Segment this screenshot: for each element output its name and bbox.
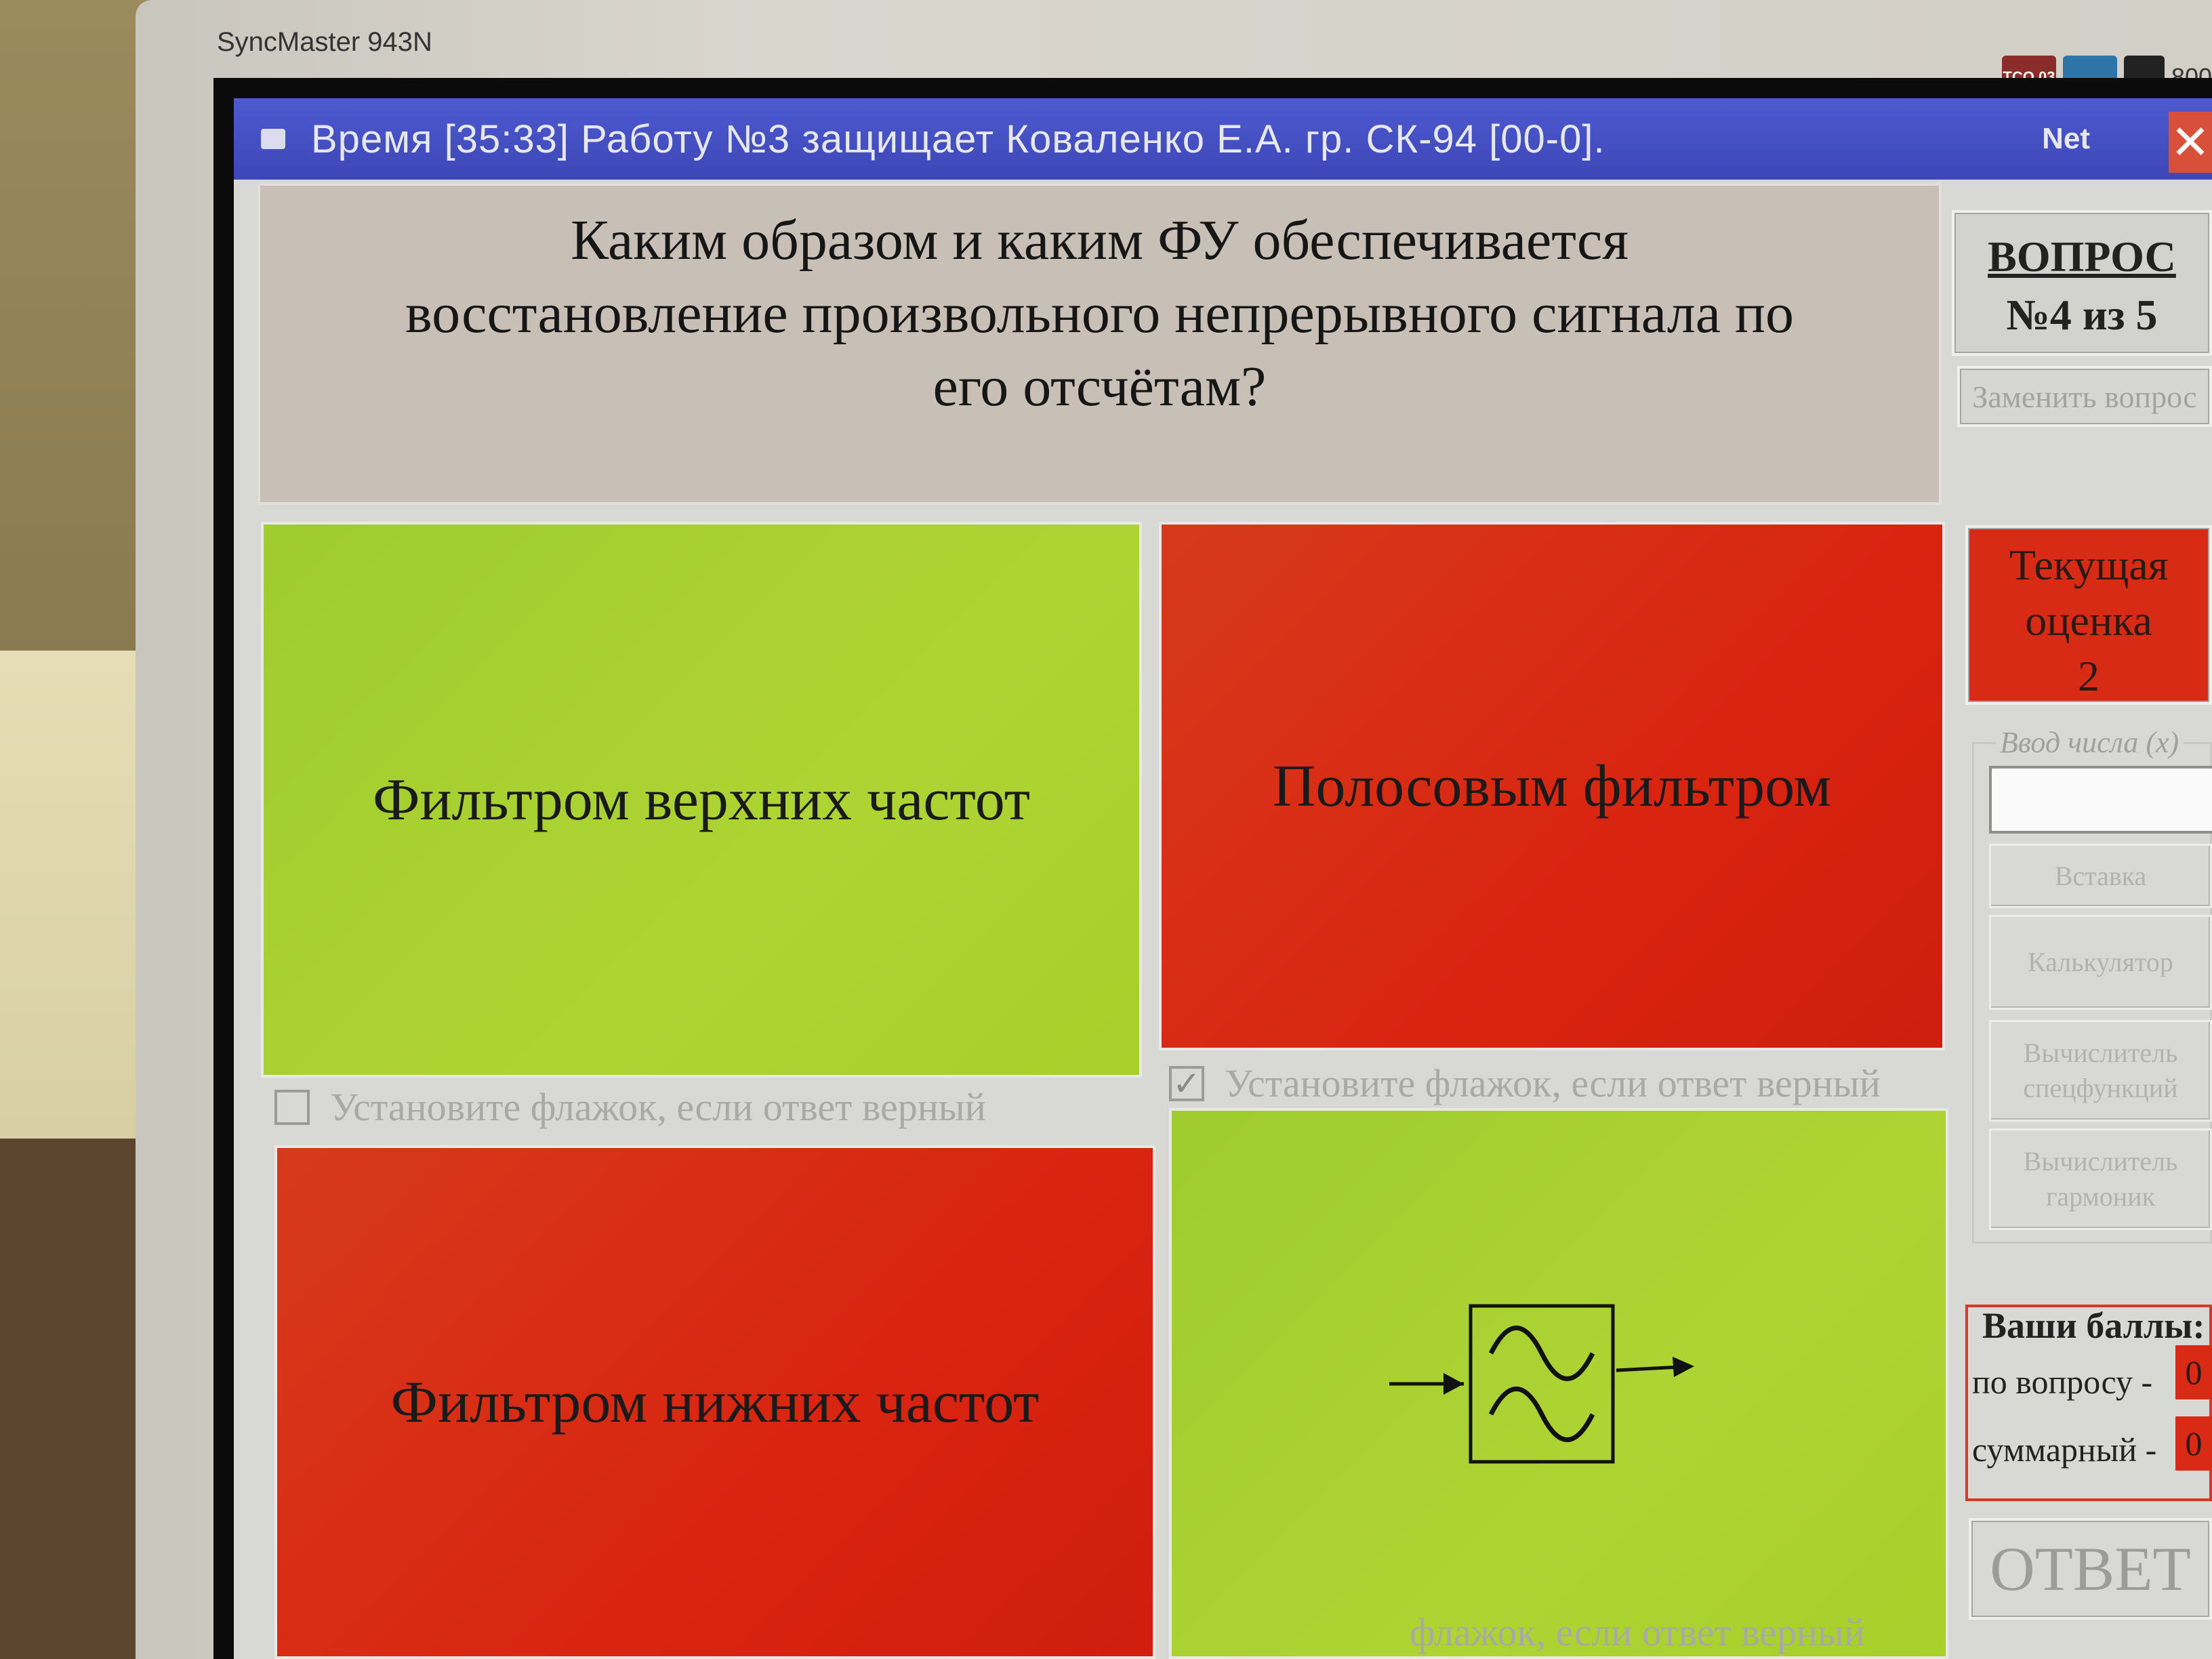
monitor-brand: SyncMaster 943N xyxy=(217,27,432,57)
score-question-value: 0 xyxy=(2175,1345,2212,1399)
harmonics-button[interactable]: Вычислитель гармоник xyxy=(1989,1128,2212,1230)
grade-title-2: оценка xyxy=(2025,596,2152,644)
answer-label-3: Фильтром нижних частот xyxy=(390,1369,1040,1435)
score-total-label: суммарный - xyxy=(1972,1431,2157,1469)
checkbox-label-4: флажок, если ответ верный xyxy=(1410,1610,1866,1654)
answer-tile-3[interactable]: Фильтром нижних частот xyxy=(274,1145,1155,1659)
background-wall xyxy=(0,651,156,1139)
checkbox-2[interactable]: ✓ xyxy=(1169,1064,1204,1103)
checkbox-1[interactable] xyxy=(274,1089,310,1125)
score-question-label: по вопросу - xyxy=(1972,1363,2153,1401)
net-indicator: Net xyxy=(2042,122,2090,155)
correct-checkbox-1[interactable]: Установите флажок, если ответ верный xyxy=(274,1084,986,1130)
filter-block-icon xyxy=(1389,1304,1694,1463)
correct-checkbox-4[interactable]: флажок, если ответ верный xyxy=(1410,1610,1865,1655)
checkbox-label-2: Установите флажок, если ответ верный xyxy=(1225,1061,1881,1105)
answer-tile-4[interactable] xyxy=(1169,1108,1948,1659)
number-input-caption: Ввод числа (x) xyxy=(1996,725,2184,760)
score-title: Ваши баллы: xyxy=(1982,1305,2205,1346)
current-grade-box: Текущая оценка 2 xyxy=(1965,525,2212,705)
score-total-value: 0 xyxy=(2175,1416,2212,1471)
question-text: Каким образом и каким ФУ обеспечивается … xyxy=(405,208,1794,418)
answer-label-2: Полосовым фильтром xyxy=(1272,753,1832,819)
answer-tile-1[interactable]: Фильтром верхних частот xyxy=(261,522,1142,1078)
grade-value: 2 xyxy=(2078,652,2100,700)
checkbox-label-1: Установите флажок, если ответ верный xyxy=(330,1085,986,1129)
answer-tile-2[interactable]: Полосовым фильтром xyxy=(1159,522,1945,1050)
answer-button[interactable]: ОТВЕТ xyxy=(1969,1518,2212,1620)
close-icon[interactable]: ✕ xyxy=(2169,112,2212,173)
window-title: Время [35:33] Работу №3 защищает Ковален… xyxy=(311,117,1605,161)
replace-question-button[interactable]: Заменить вопрос xyxy=(1957,366,2212,427)
question-counter-box: ВОПРОС №4 из 5 xyxy=(1952,210,2212,356)
calculator-button[interactable]: Калькулятор xyxy=(1989,915,2212,1010)
background-wall-lower xyxy=(0,1139,156,1659)
grade-title-1: Текущая xyxy=(2009,541,2169,589)
question-panel: Каким образом и каким ФУ обеспечивается … xyxy=(258,183,1942,505)
question-counter: №4 из 5 xyxy=(2006,291,2158,339)
answer-label-1: Фильтром верхних частот xyxy=(372,766,1031,833)
window-titlebar: Время [35:33] Работу №3 защищает Ковален… xyxy=(234,98,2212,180)
window-icon xyxy=(261,129,285,149)
number-input[interactable] xyxy=(1989,766,2212,834)
question-title: ВОПРОС xyxy=(1988,232,2176,281)
insert-button[interactable]: Вставка xyxy=(1989,844,2212,908)
special-functions-button[interactable]: Вычислитель спецфункций xyxy=(1989,1020,2212,1122)
correct-checkbox-2[interactable]: ✓ Установите флажок, если ответ верный xyxy=(1169,1061,1881,1106)
